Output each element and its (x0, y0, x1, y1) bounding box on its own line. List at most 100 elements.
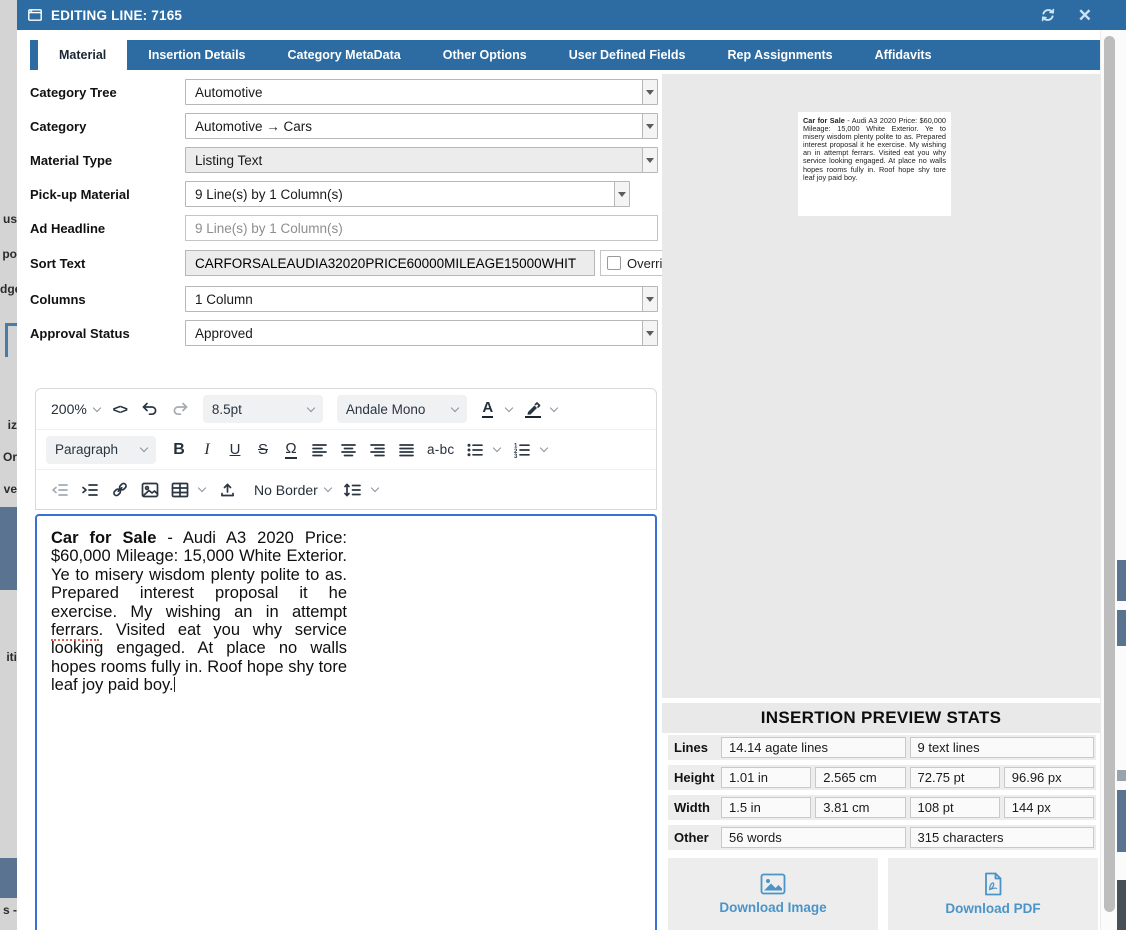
dropdown-arrow-icon[interactable] (642, 80, 657, 104)
dropdown-arrow-icon[interactable] (642, 321, 657, 345)
image-download-icon (760, 873, 786, 895)
stat-value: 72.75 pt (910, 767, 1000, 788)
download-image-button[interactable]: Download Image (668, 858, 878, 930)
bg-block (0, 507, 17, 590)
dropdown-arrow-icon[interactable] (614, 182, 629, 206)
ad-headline-input[interactable]: 9 Line(s) by 1 Column(s) (185, 215, 658, 241)
upload-icon[interactable] (214, 476, 241, 504)
font-size-select[interactable]: 8.5pt (203, 395, 323, 423)
editor-toolbar: 200% <> 8.5pt Andale Mono A (35, 388, 657, 510)
ad-text: Car for Sale - Audi A3 2020 Price: $60,0… (51, 529, 347, 695)
stat-row-width: Width 1.5 in 3.81 cm 108 pt 144 px (668, 795, 1096, 820)
redo-icon[interactable] (166, 395, 195, 423)
undo-icon[interactable] (135, 395, 164, 423)
category-label: Category (30, 119, 185, 134)
stat-value: 14.14 agate lines (721, 737, 906, 758)
align-right-icon[interactable] (364, 436, 391, 464)
sort-text-input[interactable]: CARFORSALEAUDIA32020PRICE60000MILEAGE150… (185, 250, 595, 276)
tab-other-options[interactable]: Other Options (422, 40, 548, 70)
approval-status-select[interactable]: Approved (185, 320, 658, 346)
hyphenation-button[interactable]: a-bc (422, 436, 459, 464)
bg-block (1117, 790, 1126, 852)
underline-button[interactable]: U (222, 436, 248, 464)
stat-row-lines: Lines 14.14 agate lines 9 text lines (668, 735, 1096, 760)
text-color-button[interactable]: A (475, 395, 501, 423)
close-icon[interactable]: ✕ (1078, 7, 1092, 24)
zoom-level-select[interactable]: 200% (46, 395, 105, 423)
bg-text-fragment: Or (0, 450, 17, 464)
toolbar-row-2: Paragraph B I U S Ω a-bc (36, 429, 656, 469)
bg-block (1117, 770, 1126, 781)
bullet-list-chevron-icon[interactable] (493, 444, 501, 452)
scrollbar-track[interactable] (1100, 30, 1117, 930)
text-color-chevron-icon[interactable] (505, 403, 513, 411)
category-tree-select[interactable]: Automotive (185, 79, 658, 105)
highlight-color-button[interactable] (520, 395, 546, 423)
stat-value: 1.01 in (721, 767, 811, 788)
bold-button[interactable]: B (166, 436, 192, 464)
material-type-select[interactable]: Listing Text (185, 147, 658, 173)
stat-row-other: Other 56 words 315 characters (668, 825, 1096, 850)
columns-select[interactable]: 1 Column (185, 286, 658, 312)
border-style-select[interactable]: No Border (249, 476, 336, 504)
download-pdf-button[interactable]: Download PDF (888, 858, 1098, 930)
table-chevron-icon[interactable] (198, 484, 206, 492)
bullet-list-icon[interactable] (461, 436, 489, 464)
table-icon[interactable] (166, 476, 194, 504)
stat-value: 108 pt (910, 797, 1000, 818)
link-icon[interactable] (106, 476, 134, 504)
tab-material[interactable]: Material (38, 40, 127, 70)
tab-bar: Material Insertion Details Category Meta… (30, 40, 1100, 70)
screen: us po dge iz Or ve iti s - EDITING LINE:… (0, 0, 1126, 930)
stat-value: 2.565 cm (815, 767, 905, 788)
rich-text-editor[interactable]: Car for Sale - Audi A3 2020 Price: $60,0… (35, 514, 657, 930)
code-view-icon[interactable]: <> (107, 395, 133, 423)
modal-titlebar: EDITING LINE: 7165 ✕ (17, 0, 1126, 30)
refresh-icon[interactable] (1040, 7, 1056, 23)
outdent-icon[interactable] (46, 476, 74, 504)
tab-category-metadata[interactable]: Category MetaData (267, 40, 422, 70)
background-page-left: us po dge iz Or ve iti s - (0, 0, 17, 930)
align-justify-icon[interactable] (393, 436, 420, 464)
stat-value: 144 px (1004, 797, 1094, 818)
align-center-icon[interactable] (335, 436, 362, 464)
pickup-material-label: Pick-up Material (30, 187, 185, 202)
ad-headline-label: Ad Headline (30, 221, 185, 236)
image-icon[interactable] (136, 476, 164, 504)
pickup-material-select[interactable]: 9 Line(s) by 1 Column(s) (185, 181, 630, 207)
bg-block (0, 858, 17, 898)
tab-insertion-details[interactable]: Insertion Details (127, 40, 266, 70)
override-checkbox[interactable] (607, 256, 621, 270)
align-left-icon[interactable] (306, 436, 333, 464)
paragraph-style-select[interactable]: Paragraph (46, 436, 156, 464)
highlight-color-chevron-icon[interactable] (550, 403, 558, 411)
tab-rep-assignments[interactable]: Rep Assignments (706, 40, 853, 70)
stat-row-height: Height 1.01 in 2.565 cm 72.75 pt 96.96 p… (668, 765, 1096, 790)
strikethrough-button[interactable]: S (250, 436, 276, 464)
category-tree-label: Category Tree (30, 85, 185, 100)
scrollbar-thumb[interactable] (1104, 36, 1115, 912)
stamp-icon[interactable]: Ω (278, 436, 304, 464)
stat-value: 56 words (721, 827, 906, 848)
highlighter-icon (525, 401, 541, 418)
bg-text-fragment: s - (0, 903, 17, 917)
sort-text-label: Sort Text (30, 256, 185, 271)
window-icon (28, 9, 42, 21)
numbered-list-icon[interactable]: 123 (508, 436, 536, 464)
dropdown-arrow-icon[interactable] (642, 287, 657, 311)
category-select[interactable]: Automotive → Cars (185, 113, 658, 139)
italic-button[interactable]: I (194, 436, 220, 464)
ad-preview-text: Car for Sale - Audi A3 2020 Price: $60,0… (803, 117, 946, 182)
font-family-select[interactable]: Andale Mono (337, 395, 467, 423)
line-height-icon[interactable] (338, 476, 367, 504)
pdf-download-icon (982, 872, 1004, 896)
tab-user-defined-fields[interactable]: User Defined Fields (548, 40, 707, 70)
dropdown-arrow-icon[interactable] (642, 114, 657, 138)
svg-text:3: 3 (514, 454, 518, 458)
line-height-chevron-icon[interactable] (371, 484, 379, 492)
numbered-list-chevron-icon[interactable] (540, 444, 548, 452)
indent-icon[interactable] (76, 476, 104, 504)
tab-affidavits[interactable]: Affidavits (854, 40, 953, 70)
stat-value: 9 text lines (910, 737, 1095, 758)
dropdown-arrow-icon[interactable] (642, 148, 657, 172)
